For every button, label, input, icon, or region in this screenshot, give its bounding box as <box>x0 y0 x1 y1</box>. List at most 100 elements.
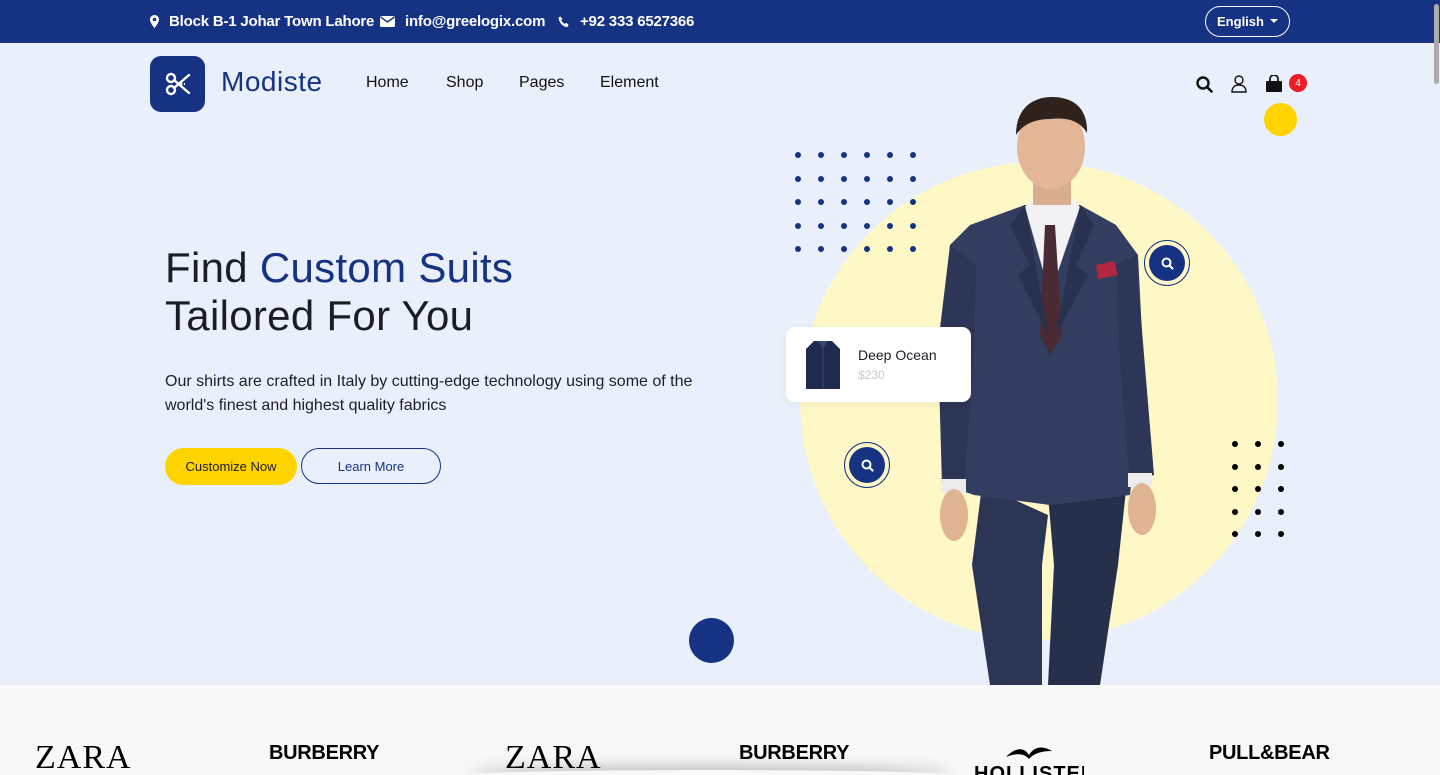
decor-dot <box>818 152 824 158</box>
search-button[interactable] <box>1196 76 1213 98</box>
decor-dot <box>887 175 893 182</box>
decor-dot <box>1255 531 1261 537</box>
decor-dot <box>864 222 870 229</box>
decor-dot <box>795 246 801 252</box>
brand-logo-zara[interactable]: ZARA <box>35 739 132 775</box>
search-icon <box>1196 76 1213 93</box>
decor-dot <box>1232 531 1238 537</box>
decor-dot <box>841 222 847 229</box>
decor-blue-dot <box>689 618 734 663</box>
envelope-icon <box>380 16 395 27</box>
nav-pages[interactable]: Pages <box>519 74 564 92</box>
caret-down-icon <box>1269 18 1278 23</box>
decor-dot <box>795 222 801 229</box>
phone-text[interactable]: +92 333 6527366 <box>580 13 694 30</box>
nav-shop[interactable]: Shop <box>446 74 483 92</box>
decor-dot <box>841 175 847 182</box>
brand-logo-zara[interactable]: ZARA <box>505 739 602 775</box>
language-label: English <box>1217 14 1264 29</box>
decor-dot <box>841 199 847 205</box>
decor-dot <box>910 246 916 252</box>
hero-title: Find Custom Suits Tailored For You <box>165 244 513 340</box>
language-dropdown[interactable]: English <box>1205 6 1290 37</box>
email-text[interactable]: info@greelogix.com <box>405 13 545 30</box>
decor-dot <box>887 152 893 158</box>
decor-dot <box>887 222 893 229</box>
brand-logo-burberry[interactable]: BURBERRY <box>739 742 850 765</box>
decor-dot <box>841 246 847 252</box>
brand-logos-strip: ZARA BURBERRY ZARA BURBERRY HOLLISTER PU… <box>0 685 1440 775</box>
decor-dot <box>1278 441 1284 447</box>
hero-title-accent: Custom Suits <box>259 244 514 291</box>
learn-more-button[interactable]: Learn More <box>301 448 441 484</box>
decor-dot <box>841 152 847 158</box>
product-hotspot-jacket[interactable] <box>1144 240 1190 286</box>
decor-dot <box>1278 486 1284 492</box>
hero-title-plain: Find <box>165 244 260 291</box>
decor-dot <box>864 152 870 158</box>
decor-dot <box>887 199 893 205</box>
logo-icon[interactable] <box>150 56 205 112</box>
search-icon <box>861 459 874 472</box>
account-button[interactable] <box>1231 75 1247 98</box>
brand-name[interactable]: Modiste <box>221 66 323 98</box>
decor-dot <box>818 246 824 252</box>
decor-dot <box>795 175 801 182</box>
phone-icon <box>558 16 569 27</box>
seagull-icon <box>1006 747 1052 759</box>
decor-dot <box>1278 531 1284 537</box>
shopping-bag-icon <box>1266 74 1282 92</box>
map-pin-icon <box>150 15 159 28</box>
hero-description: Our shirts are crafted in Italy by cutti… <box>165 373 693 414</box>
email-info[interactable]: info@greelogix.com <box>380 0 545 43</box>
decor-dot <box>1278 463 1284 470</box>
decor-dot <box>887 246 893 252</box>
decor-dot <box>864 246 870 252</box>
brand-logo-pull-bear[interactable]: PULL&BEAR <box>1209 742 1330 765</box>
decor-dot <box>795 199 801 205</box>
decor-yellow-dot <box>1264 103 1297 136</box>
product-hotspot-shirt[interactable] <box>844 442 890 488</box>
hero-title-line-2: Tailored For You <box>165 292 474 339</box>
scrollbar-thumb[interactable] <box>1434 4 1439 84</box>
decor-dot <box>1255 463 1261 470</box>
top-info-bar: Block B-1 Johar Town Lahore info@greelog… <box>0 0 1440 43</box>
hotspot-inner <box>849 447 885 483</box>
decor-dot <box>1255 441 1261 447</box>
decor-dot-grid <box>1232 441 1284 537</box>
decor-dot <box>910 222 916 229</box>
page-scrollbar[interactable] <box>1432 0 1440 775</box>
user-icon <box>1231 75 1247 93</box>
decor-dot <box>1232 486 1238 492</box>
decor-dot <box>818 199 824 205</box>
decor-dot <box>1232 508 1238 515</box>
decor-dot <box>910 175 916 182</box>
nav-element[interactable]: Element <box>600 74 659 92</box>
shirt-thumbnail <box>806 341 840 389</box>
cart-button[interactable] <box>1265 74 1283 98</box>
decor-dot <box>910 199 916 205</box>
decor-dot <box>864 175 870 182</box>
section-shadow <box>470 770 950 775</box>
decor-dot-grid <box>795 152 916 252</box>
product-preview-card[interactable]: Deep Ocean $230 <box>786 327 971 402</box>
decor-dot <box>864 199 870 205</box>
search-icon <box>1161 257 1174 270</box>
decor-dot <box>818 175 824 182</box>
decor-dot <box>910 152 916 158</box>
decor-dot <box>1278 508 1284 515</box>
nav-home[interactable]: Home <box>366 74 409 92</box>
decor-dot <box>795 152 801 158</box>
brand-logo-hollister[interactable]: HOLLISTER <box>974 743 1084 775</box>
brand-logo-burberry[interactable]: BURBERRY <box>269 742 380 765</box>
decor-dot <box>1232 463 1238 470</box>
scissors-icon <box>165 72 190 96</box>
decor-dot <box>1232 441 1238 447</box>
address-info: Block B-1 Johar Town Lahore <box>150 0 374 43</box>
decor-dot <box>1255 486 1261 492</box>
customize-now-button[interactable]: Customize Now <box>165 448 297 485</box>
cart-count-badge: 4 <box>1289 74 1307 92</box>
product-name: Deep Ocean <box>858 347 937 363</box>
phone-info[interactable]: +92 333 6527366 <box>558 0 694 43</box>
decor-dot <box>1255 508 1261 515</box>
